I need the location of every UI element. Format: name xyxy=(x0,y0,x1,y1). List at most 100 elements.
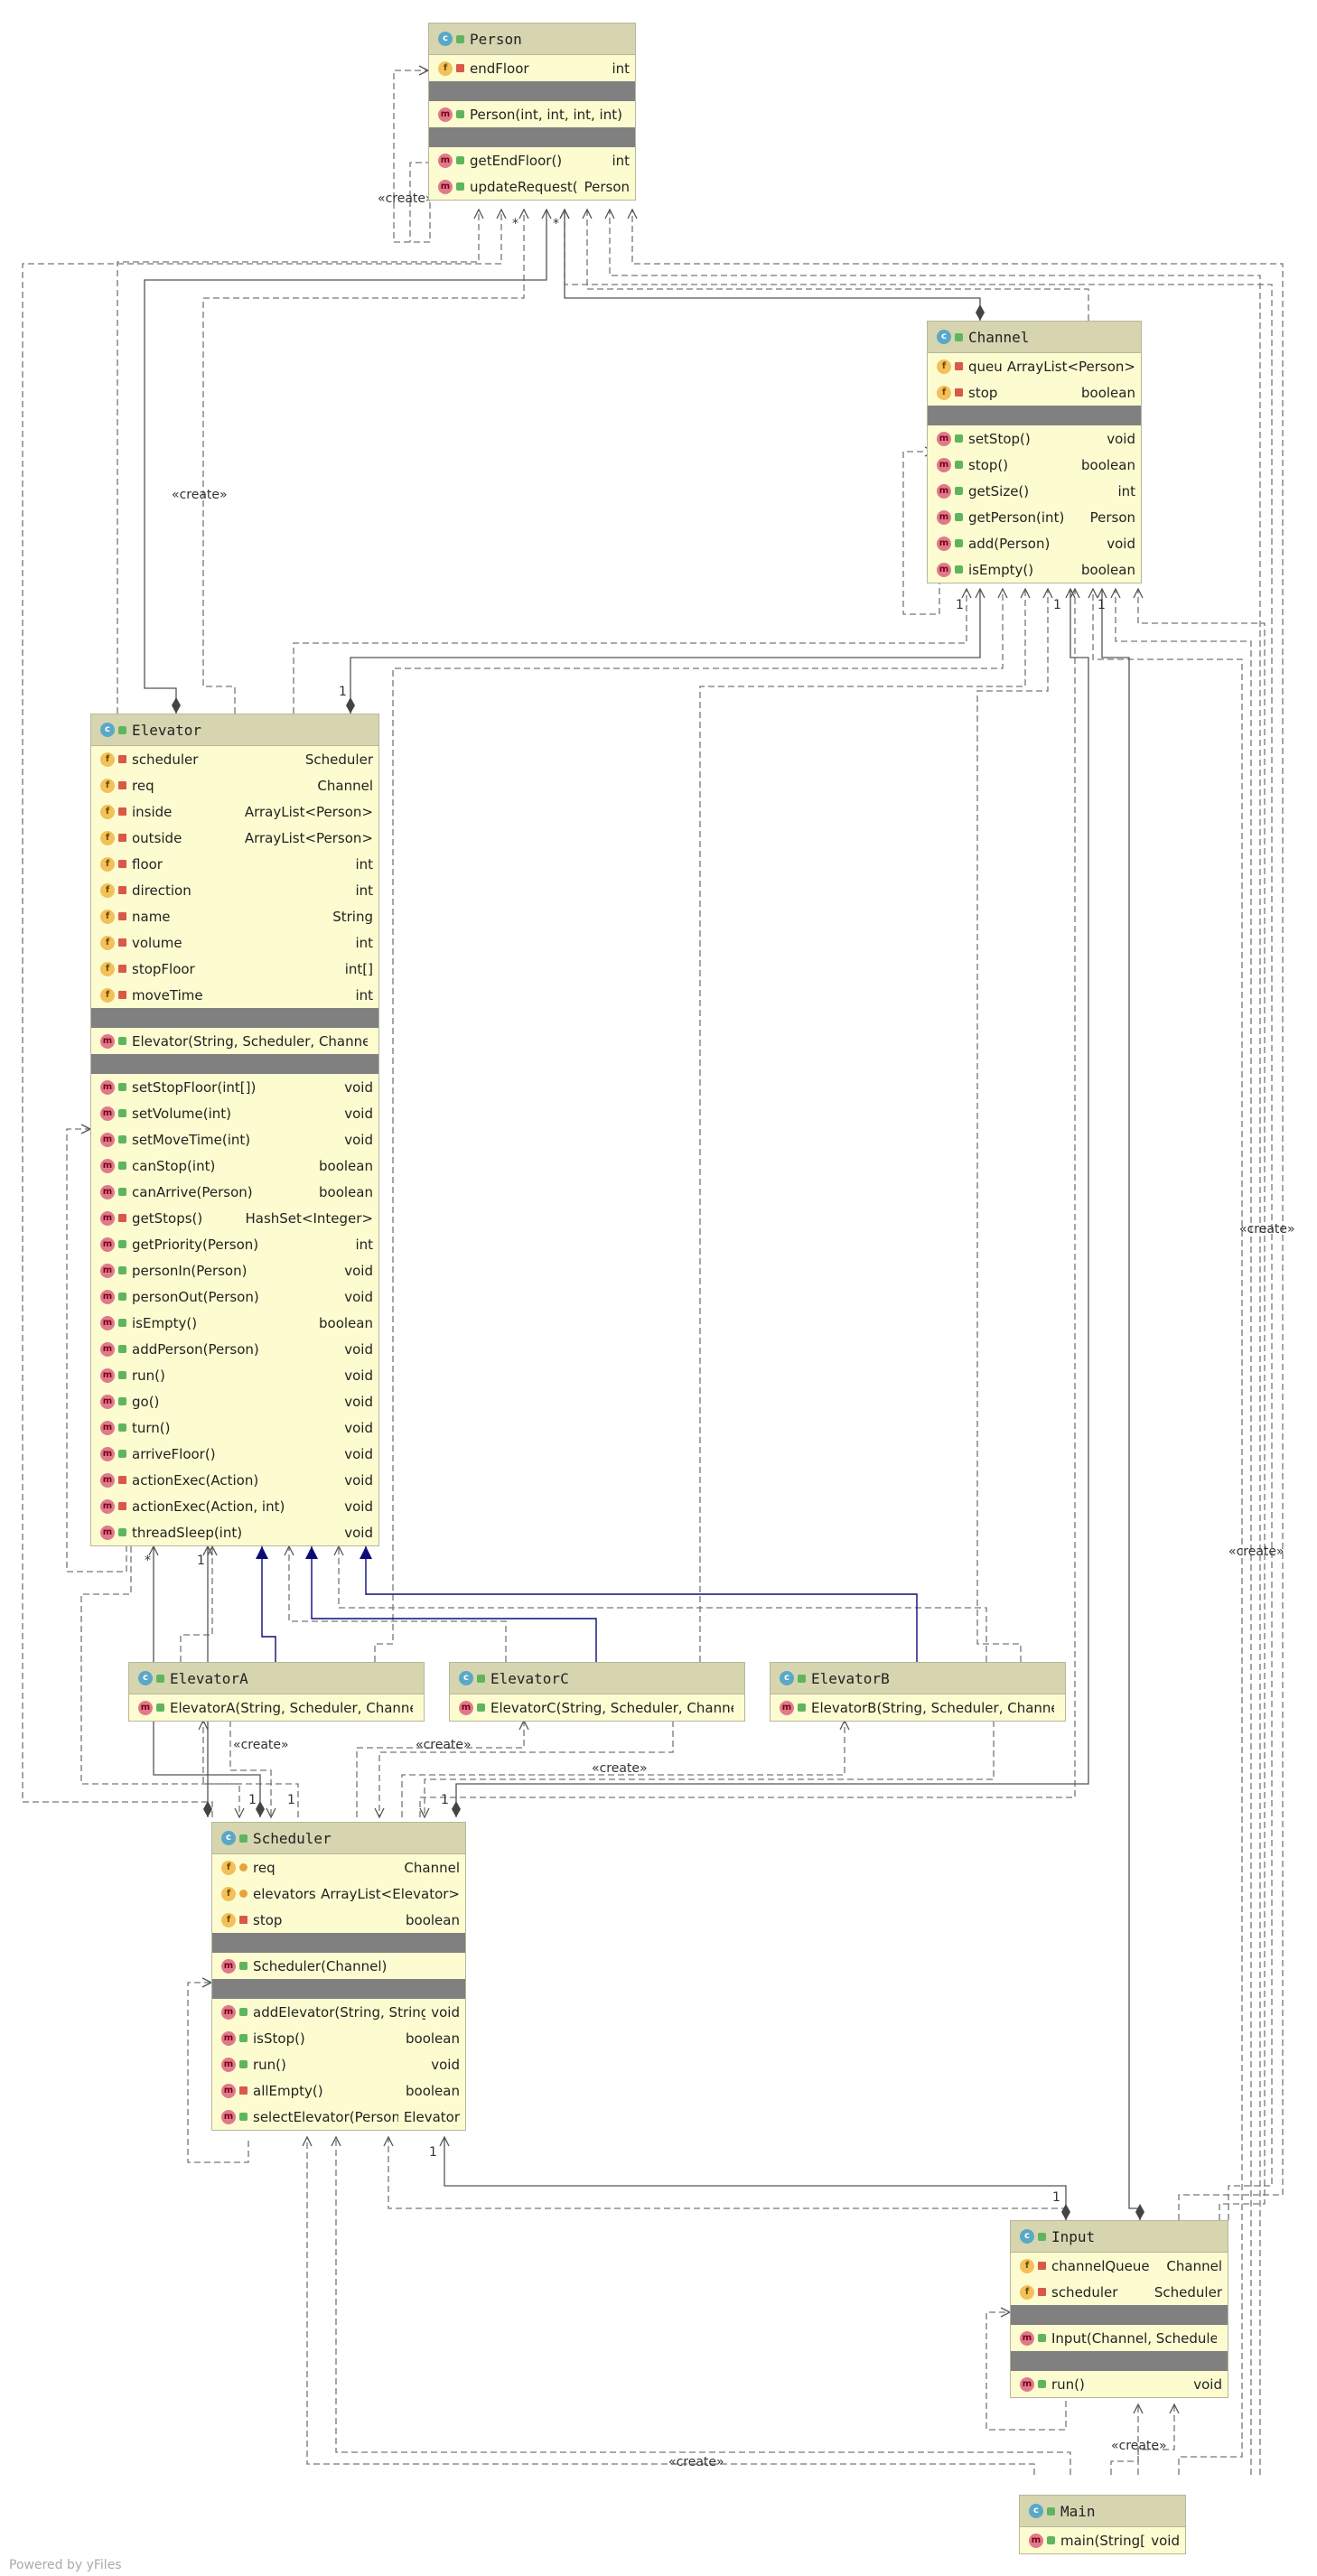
member-type: boolean xyxy=(319,1183,373,1200)
member-row[interactable]: m allEmpty() boolean xyxy=(212,2077,465,2104)
method-icon: m xyxy=(100,1525,115,1540)
member-row[interactable]: m ElevatorA(String, Scheduler, Channel) xyxy=(129,1694,424,1721)
class-channel[interactable]: c Channel f queueArrayList<Person> f stop bool… xyxy=(927,321,1142,583)
member-row[interactable]: f moveTime int xyxy=(91,982,378,1008)
class-header[interactable]: c Input xyxy=(1011,2221,1228,2253)
member-type: void xyxy=(344,1471,373,1489)
member-row[interactable]: m getEndFloor() int xyxy=(429,147,635,173)
member-row[interactable]: m add(Person) void xyxy=(928,530,1141,556)
member-type: boolean xyxy=(1081,456,1135,473)
member-row[interactable]: m stop() boolean xyxy=(928,452,1141,478)
class-person[interactable]: c Person f endFloor int m Person(int, int, int… xyxy=(428,23,636,201)
edge-elevator-channel xyxy=(293,589,967,714)
member-row[interactable]: m updateRequest() Person xyxy=(429,173,635,200)
member-row[interactable]: m Input(Channel, Scheduler) xyxy=(1011,2325,1228,2351)
member-row[interactable]: m canArrive(Person) boolean xyxy=(91,1179,378,1205)
member-name: add(Person) xyxy=(968,535,1051,552)
member-row[interactable]: f req Channel xyxy=(91,772,378,798)
member-row[interactable]: m setStop() void xyxy=(928,425,1141,452)
package-icon xyxy=(239,1890,248,1898)
member-row[interactable]: m setStopFloor(int[]) void xyxy=(91,1074,378,1100)
member-row[interactable]: f direction int xyxy=(91,877,378,903)
class-elevator[interactable]: c Elevator f scheduler Scheduler f req Channel f… xyxy=(90,714,379,1546)
member-type: void xyxy=(344,1367,373,1384)
member-row[interactable]: m Scheduler(Channel) xyxy=(212,1953,465,1979)
member-row[interactable]: f stop boolean xyxy=(212,1907,465,1933)
method-icon: m xyxy=(221,2109,236,2124)
member-row[interactable]: m getSize() int xyxy=(928,478,1141,504)
member-row[interactable]: f elevators ArrayList<Elevator> xyxy=(212,1881,465,1907)
member-row[interactable]: m canStop(int) boolean xyxy=(91,1153,378,1179)
member-row[interactable]: f queueArrayList<Person> xyxy=(928,353,1141,379)
class-header[interactable]: c Person xyxy=(429,23,635,55)
member-row[interactable]: f name String xyxy=(91,903,378,929)
class-header[interactable]: c ElevatorC xyxy=(450,1663,744,1694)
member-row[interactable]: f volume int xyxy=(91,929,378,956)
class-elevator-b[interactable]: c ElevatorB m ElevatorB(String, Scheduler, … xyxy=(770,1662,1066,1722)
member-row[interactable]: f outside ArrayList<Person> xyxy=(91,825,378,851)
class-header[interactable]: c ElevatorA xyxy=(129,1663,424,1694)
member-row[interactable]: f stop boolean xyxy=(928,379,1141,406)
class-header[interactable]: c ElevatorB xyxy=(771,1663,1065,1694)
class-header[interactable]: c Main xyxy=(1020,2496,1185,2527)
member-type: boolean xyxy=(1081,561,1135,578)
member-row[interactable]: f channelQueue Channel xyxy=(1011,2253,1228,2279)
class-main[interactable]: c Main m main(String[]) void xyxy=(1019,2495,1186,2554)
class-icon: c xyxy=(1020,2229,1034,2244)
member-name: Elevator(String, Scheduler, Channel) xyxy=(132,1032,368,1050)
member-type: Scheduler xyxy=(1154,2283,1222,2301)
public-icon xyxy=(1047,2536,1055,2544)
member-row[interactable]: m getPerson(int) Person xyxy=(928,504,1141,530)
member-row[interactable]: m getPriority(Person) int xyxy=(91,1231,378,1257)
member-row[interactable]: f stopFloor int[] xyxy=(91,956,378,982)
member-row[interactable]: m addPerson(Person) void xyxy=(91,1336,378,1362)
public-icon xyxy=(955,461,963,469)
member-name: updateRequest() xyxy=(470,178,579,195)
member-row[interactable]: m threadSleep(int) void xyxy=(91,1519,378,1545)
class-elevator-a[interactable]: c ElevatorA m ElevatorA(String, Scheduler, … xyxy=(128,1662,425,1722)
member-row[interactable]: m run() void xyxy=(212,2051,465,2077)
class-header[interactable]: c Elevator xyxy=(91,714,378,746)
member-row[interactable]: m go() void xyxy=(91,1388,378,1414)
member-row[interactable]: m isStop() boolean xyxy=(212,2025,465,2051)
class-header[interactable]: c Channel xyxy=(928,322,1141,353)
member-row[interactable]: m addElevator(String, String) void xyxy=(212,1999,465,2025)
member-row[interactable]: f req Channel xyxy=(212,1854,465,1881)
member-row[interactable]: m getStops() HashSet<Integer> xyxy=(91,1205,378,1231)
class-scheduler[interactable]: c Scheduler f req Channel f elevators ArrayList… xyxy=(211,1822,466,2131)
member-row[interactable]: f floor int xyxy=(91,851,378,877)
class-elevator-c[interactable]: c ElevatorC m ElevatorC(String, Scheduler, … xyxy=(449,1662,745,1722)
member-row[interactable]: m personOut(Person) void xyxy=(91,1283,378,1310)
member-row[interactable]: m isEmpty() boolean xyxy=(928,556,1141,583)
member-row[interactable]: m run() void xyxy=(1011,2371,1228,2397)
public-icon xyxy=(1038,2334,1046,2342)
method-icon: m xyxy=(100,1158,115,1173)
member-row[interactable]: m setMoveTime(int) void xyxy=(91,1126,378,1153)
member-row[interactable]: m selectElevator(Person) Elevator xyxy=(212,2104,465,2130)
member-row[interactable]: m actionExec(Action) void xyxy=(91,1467,378,1493)
member-row[interactable]: m isEmpty() boolean xyxy=(91,1310,378,1336)
class-input[interactable]: c Input f channelQueue Channel f scheduler Sche… xyxy=(1010,2220,1228,2398)
member-row[interactable]: m personIn(Person) void xyxy=(91,1257,378,1283)
member-name: inside xyxy=(132,803,173,820)
member-row[interactable]: m ElevatorB(String, Scheduler, Channel) xyxy=(771,1694,1065,1721)
member-row[interactable]: m turn() void xyxy=(91,1414,378,1441)
method-icon: m xyxy=(100,1420,115,1435)
member-row[interactable]: m ElevatorC(String, Scheduler, Channel) xyxy=(450,1694,744,1721)
member-row[interactable]: m actionExec(Action, int) void xyxy=(91,1493,378,1519)
member-row[interactable]: m Person(int, int, int, int) xyxy=(429,101,635,127)
member-row[interactable]: f scheduler Scheduler xyxy=(1011,2279,1228,2305)
member-row[interactable]: m setVolume(int) void xyxy=(91,1100,378,1126)
method-icon: m xyxy=(937,431,951,446)
class-header[interactable]: c Scheduler xyxy=(212,1823,465,1854)
member-row[interactable]: f endFloor int xyxy=(429,55,635,81)
member-name: run() xyxy=(1051,2375,1085,2393)
member-row[interactable]: m Elevator(String, Scheduler, Channel) xyxy=(91,1028,378,1054)
label-mult-sched-4: 1 xyxy=(429,2145,437,2160)
member-row[interactable]: m main(String[]) void xyxy=(1020,2527,1185,2553)
member-row[interactable]: m run() void xyxy=(91,1362,378,1388)
member-row[interactable]: f scheduler Scheduler xyxy=(91,746,378,772)
member-row[interactable]: m arriveFloor() void xyxy=(91,1441,378,1467)
edge-elevator-person-create xyxy=(202,210,524,714)
member-row[interactable]: f inside ArrayList<Person> xyxy=(91,798,378,825)
